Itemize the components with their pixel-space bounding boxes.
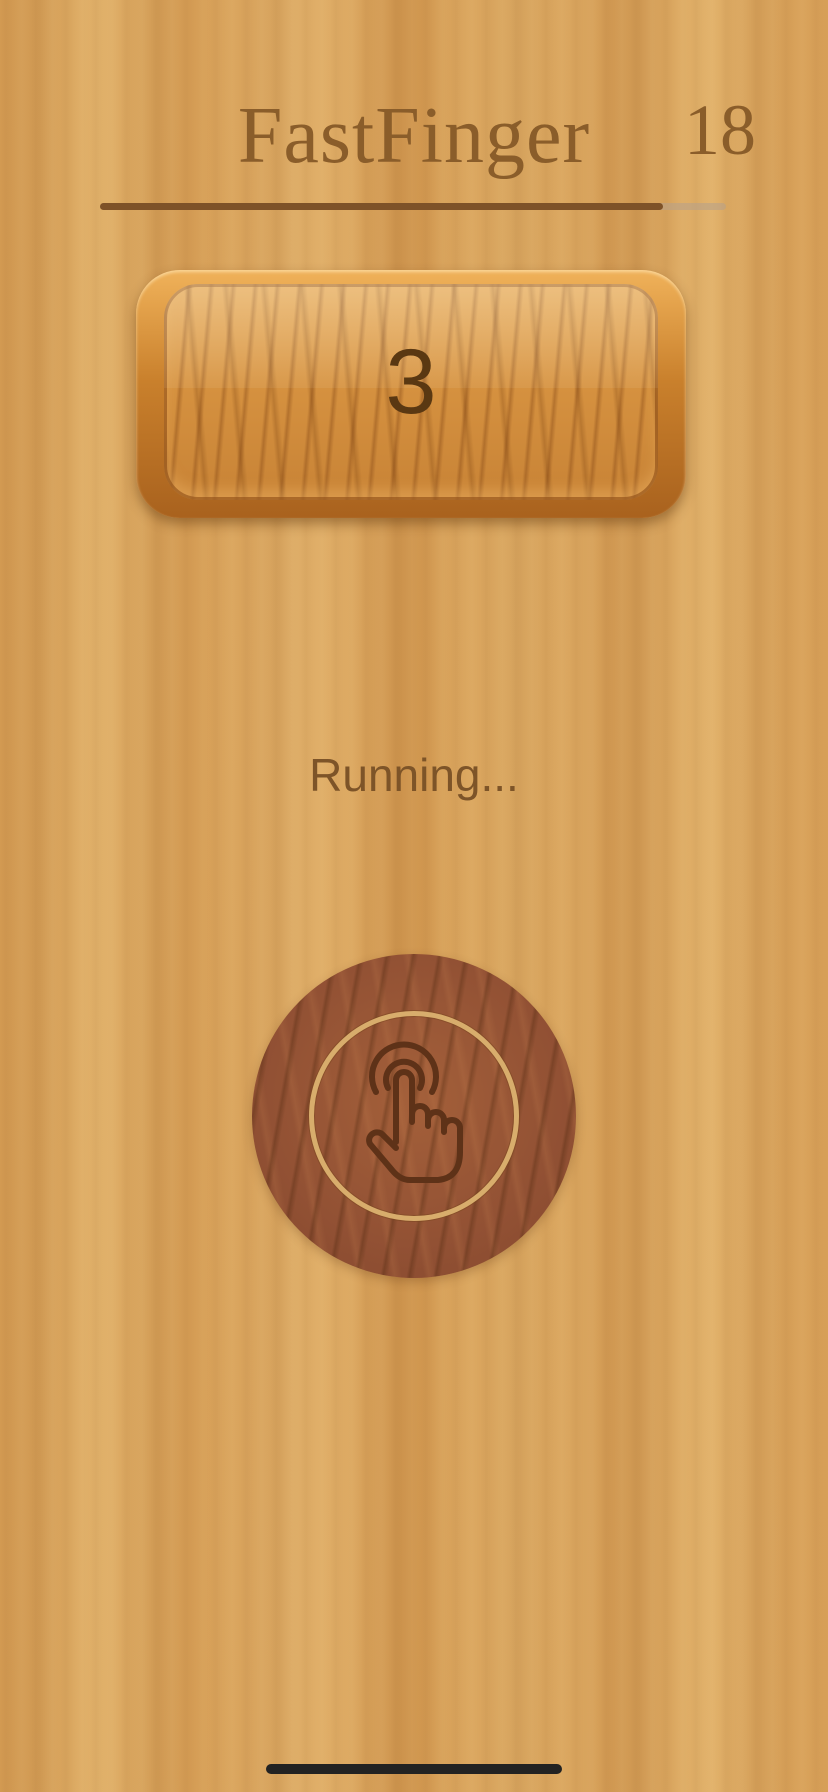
tap-count: 3 xyxy=(385,331,437,433)
score-counter: 18 xyxy=(684,90,756,170)
counter-display: 3 xyxy=(164,284,658,500)
timer-progress-bar xyxy=(100,203,726,210)
status-text: Running... xyxy=(309,749,519,801)
tap-counter-panel: 3 xyxy=(136,270,686,518)
timer-progress-fill xyxy=(100,203,664,210)
home-indicator xyxy=(266,1764,562,1774)
header: FastFinger 18 xyxy=(0,0,828,220)
tap-hand-icon xyxy=(366,1041,463,1183)
tap-button[interactable] xyxy=(252,954,576,1278)
